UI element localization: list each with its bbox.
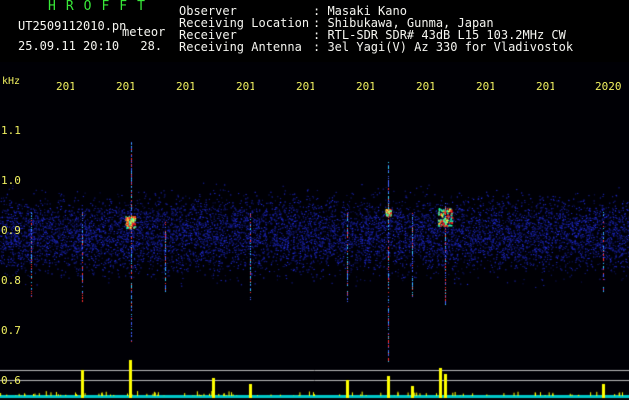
meteor-count: 28. <box>140 39 163 53</box>
file-name: UT2509112010.pn <box>18 19 127 33</box>
time-label-9: 201 <box>536 80 554 93</box>
time-label-2: 201 <box>116 80 134 93</box>
time-label-7: 201 <box>416 80 434 93</box>
time-label-4: 201 <box>236 80 254 93</box>
y-label-1-0: 1.0 <box>1 174 21 187</box>
time-label-5: 201 <box>296 80 314 93</box>
y-label-0-9: 0.9 <box>1 224 21 237</box>
spectrogram-plot <box>0 62 629 400</box>
meteor-label: meteor <box>122 25 166 39</box>
time-label-6: 201 <box>356 80 374 93</box>
time-label-3: 201 <box>176 80 194 93</box>
antenna-label: Receiving Antenna <box>179 40 302 54</box>
time-label-8: 201 <box>476 80 494 93</box>
datetime-text: 25.09.11 20:10 <box>18 39 120 53</box>
y-label-0-8: 0.8 <box>1 274 21 287</box>
y-label-0-6: 0.6 <box>1 374 21 387</box>
y-label-0-7: 0.7 <box>1 324 21 337</box>
antenna-value: : 3el Yagi(V) Az 330 for Vladivostok <box>313 40 574 54</box>
timestamp: 25.09.11 20:10 28. <box>18 40 162 52</box>
time-label-1: 201 <box>56 80 74 93</box>
unit-label: kHz <box>2 76 21 87</box>
brand-title: HROFFT <box>48 0 155 14</box>
time-label-10: 2020 <box>595 80 622 93</box>
y-label-1-1: 1.1 <box>1 124 21 137</box>
